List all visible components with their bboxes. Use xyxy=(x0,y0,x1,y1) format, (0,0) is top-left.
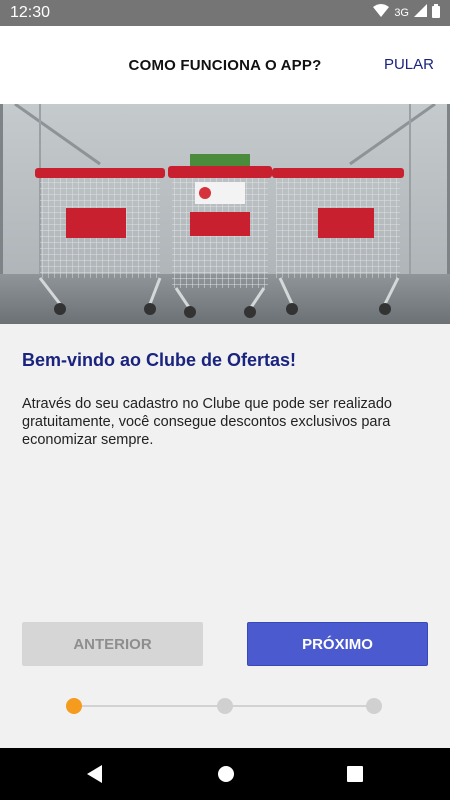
next-button[interactable]: PRÓXIMO xyxy=(247,622,428,666)
home-icon[interactable] xyxy=(217,764,235,789)
step-indicator xyxy=(66,697,384,715)
welcome-title: Bem-vindo ao Clube de Ofertas! xyxy=(22,350,297,370)
status-time: 12:30 xyxy=(10,4,51,21)
step-dot-2 xyxy=(217,698,233,714)
step-dot-3 xyxy=(366,698,382,714)
status-bar: 12:30 3G xyxy=(0,0,450,26)
battery-icon xyxy=(432,3,440,23)
signal-icon xyxy=(414,4,427,22)
navigation-bar xyxy=(0,748,450,800)
wifi-icon xyxy=(373,4,390,22)
previous-button[interactable]: ANTERIOR xyxy=(22,622,203,666)
app-header: COMO FUNCIONA O APP? PULAR xyxy=(0,26,450,104)
back-icon[interactable] xyxy=(86,764,104,789)
page-title: COMO FUNCIONA O APP? xyxy=(128,57,322,74)
hero-image xyxy=(0,104,450,324)
shopping-carts-photo xyxy=(0,104,450,324)
welcome-description: Através do seu cadastro no Clube que pod… xyxy=(22,396,392,448)
recents-icon[interactable] xyxy=(346,764,364,789)
onboarding-content: Bem-vindo ao Clube de Ofertas! Através d… xyxy=(0,324,450,449)
step-dot-1 xyxy=(66,698,82,714)
network-type: 3G xyxy=(394,7,409,19)
status-icons: 3G xyxy=(373,3,440,23)
skip-button[interactable]: PULAR xyxy=(384,56,434,73)
